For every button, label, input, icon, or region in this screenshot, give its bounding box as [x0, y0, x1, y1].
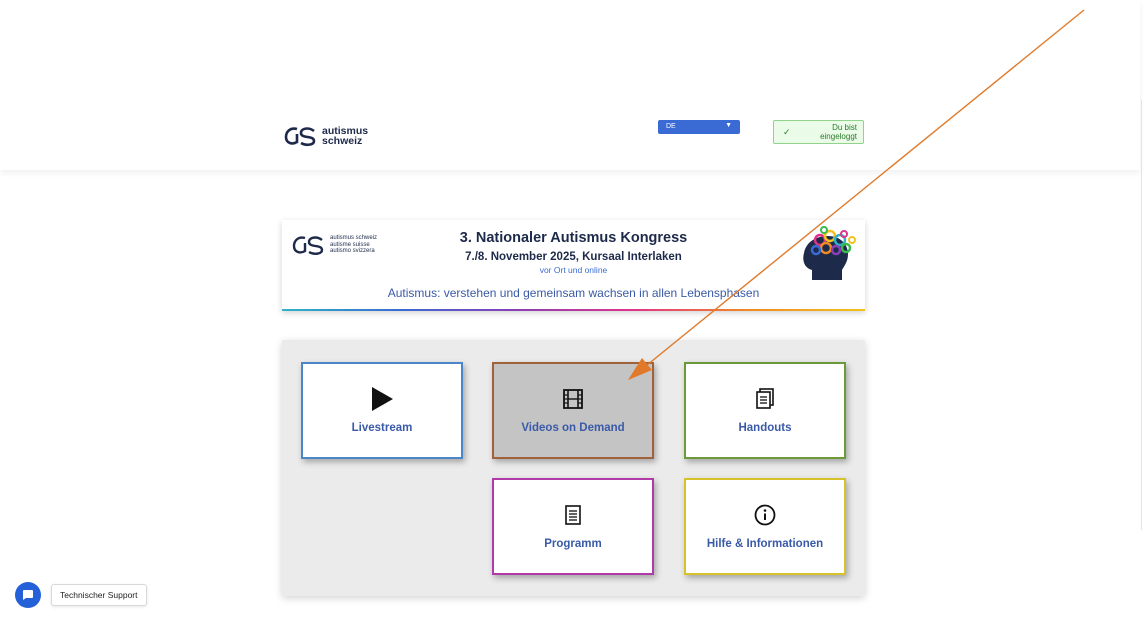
help-information-label: Hilfe & Informationen [706, 538, 824, 550]
livestream-label: Livestream [351, 422, 413, 434]
language-value: DE [666, 123, 676, 130]
banner-date-location: 7./8. November 2025, Kursaal Interlaken [465, 251, 682, 263]
banner-motto: Autismus: verstehen und gemeinsam wachse… [387, 286, 760, 300]
site-logo[interactable]: autismus schweiz [284, 124, 368, 148]
livestream-tile[interactable]: Livestream [301, 362, 463, 459]
logo-wordmark: autismus schweiz [322, 126, 368, 147]
documents-icon [755, 382, 775, 416]
logo-line-2: schweiz [322, 135, 363, 147]
programm-tile[interactable]: Programm [492, 478, 654, 575]
checkmark-icon: ✓ [783, 127, 791, 137]
videos-on-demand-tile[interactable]: Videos on Demand [492, 362, 654, 459]
videos-on-demand-label: Videos on Demand [521, 422, 625, 434]
banner-format: vor Ort und online [539, 265, 608, 275]
page-edge [1141, 100, 1146, 530]
login-status-text: Du bist eingeloggt [820, 123, 857, 141]
technical-support-widget[interactable]: Technischer Support [15, 582, 147, 608]
handouts-label: Handouts [738, 422, 792, 434]
info-icon [754, 498, 776, 532]
support-label[interactable]: Technischer Support [51, 584, 147, 606]
programm-label: Programm [544, 538, 602, 550]
document-list-icon [564, 498, 582, 532]
autismus-logo-mark [284, 127, 316, 147]
chat-bubble-icon [23, 590, 33, 600]
language-select[interactable]: DE ▼ [658, 120, 740, 134]
site-header [0, 0, 1140, 170]
help-information-tile[interactable]: Hilfe & Informationen [684, 478, 846, 575]
play-icon [370, 382, 394, 416]
banner-color-strip [282, 309, 865, 311]
chevron-down-icon: ▼ [725, 122, 732, 129]
login-status-badge: ✓ Du bist eingeloggt [773, 120, 864, 144]
handouts-tile[interactable]: Handouts [684, 362, 846, 459]
film-icon [562, 382, 584, 416]
banner-title: 3. Nationaler Autismus Kongress [459, 230, 688, 246]
congress-banner: autismus schweiz autisme suisse autismo … [282, 220, 865, 311]
login-status-line-2: eingeloggt [820, 132, 857, 141]
support-chat-button[interactable] [15, 582, 41, 608]
head-gears-illustration [803, 226, 856, 280]
login-status-line-1: Du bist [832, 123, 857, 132]
